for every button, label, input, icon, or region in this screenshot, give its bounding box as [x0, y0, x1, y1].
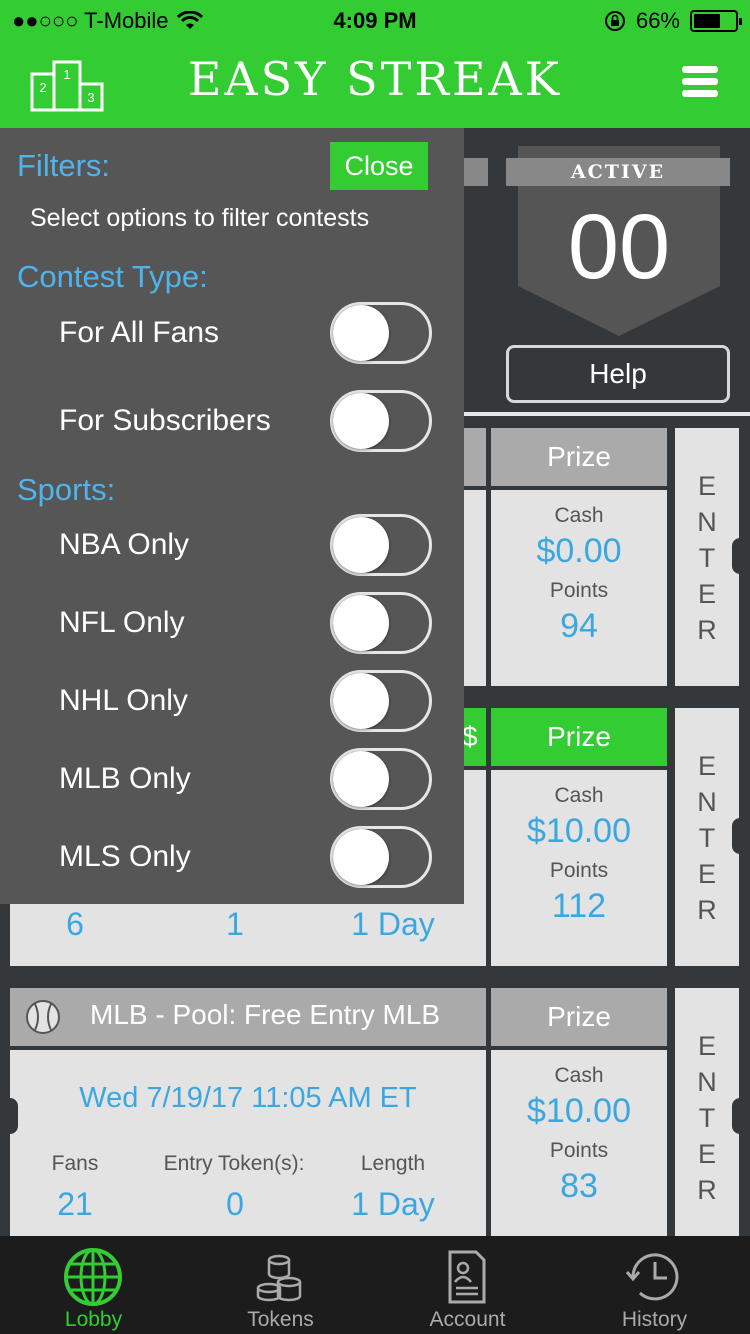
contest-2-enter-button[interactable]: ENTER — [675, 708, 739, 966]
ticket-notch — [2, 1098, 18, 1134]
filter-label-mls: MLS Only — [59, 840, 191, 873]
filter-label-nfl: NFL Only — [59, 606, 185, 639]
toggle-knob — [333, 305, 389, 361]
tab-label: Account — [429, 1308, 506, 1331]
enter-label: ENTER — [697, 1031, 717, 1205]
contest-2-prize: Cash $10.00 Points 112 — [491, 770, 667, 966]
tab-lobby[interactable]: Lobby — [0, 1236, 187, 1334]
points-value: 83 — [560, 1167, 598, 1205]
section-divider — [462, 412, 750, 416]
contest-2-header-fragment: $ — [462, 708, 486, 766]
toggle-nba[interactable] — [330, 514, 432, 576]
app-title: EASY STREAK — [187, 52, 563, 106]
enter-label: ENTER — [697, 751, 717, 925]
menu-icon[interactable] — [682, 66, 718, 98]
cash-value: $0.00 — [536, 532, 622, 570]
contest-3-prize: Cash $10.00 Points 83 — [491, 1050, 667, 1236]
toggle-knob — [333, 595, 389, 651]
sports-heading: Sports: — [17, 472, 116, 507]
contest-3-fans-label: Fans — [51, 1152, 99, 1175]
toggle-nhl[interactable] — [330, 670, 432, 732]
clock-history-icon — [625, 1253, 679, 1301]
toggle-nfl[interactable] — [330, 592, 432, 654]
points-label: Points — [549, 579, 609, 602]
contest-1-enter-button[interactable]: ENTER — [675, 428, 739, 686]
contest-3-length-value: 1 Day — [351, 1186, 435, 1222]
close-button[interactable]: Close — [330, 142, 428, 190]
tab-tokens[interactable]: Tokens — [187, 1236, 374, 1334]
contest-3-header: MLB - Pool: Free Entry MLB — [10, 988, 486, 1046]
points-value: 94 — [560, 607, 598, 645]
tab-account[interactable]: Account — [374, 1236, 561, 1334]
battery-percent: 66% — [635, 8, 680, 33]
toggle-mlb[interactable] — [330, 748, 432, 810]
contest-2-tokens-value: 1 — [226, 906, 244, 942]
active-count: 00 — [567, 196, 671, 298]
filter-panel: Filters: Close Select options to filter … — [0, 128, 464, 904]
stat-header-fragment — [462, 158, 488, 186]
contest-3-enter-button[interactable]: ENTER — [675, 988, 739, 1236]
battery-fill — [694, 14, 721, 28]
contest-1-prize: Cash $0.00 Points 94 — [491, 490, 667, 686]
contest-1-prize-header: Prize — [491, 428, 667, 486]
tab-label: Tokens — [247, 1308, 314, 1331]
contest-2-prize-header: Prize — [491, 708, 667, 766]
rotation-lock-icon — [604, 11, 625, 31]
filter-label-nba: NBA Only — [59, 528, 190, 561]
ticket-notch — [732, 1098, 748, 1134]
cash-label: Cash — [554, 1064, 604, 1087]
contest-3-date: Wed 7/19/17 11:05 AM ET — [79, 1082, 417, 1114]
toggle-mls[interactable] — [330, 826, 432, 888]
points-label: Points — [549, 1139, 609, 1162]
toggle-knob — [333, 829, 389, 885]
baseball-icon — [26, 1000, 60, 1034]
bottom-tab-bar: Lobby Tokens Account History — [0, 1236, 750, 1334]
ticket-notch — [732, 818, 748, 854]
cash-value: $10.00 — [527, 812, 631, 850]
filters-title: Filters: — [17, 148, 110, 183]
app-header: 1 2 3 EASY STREAK — [0, 40, 750, 128]
cash-label: Cash — [554, 504, 604, 527]
status-right: 66% — [604, 8, 742, 34]
enter-label: ENTER — [697, 471, 717, 645]
account-card-icon — [448, 1250, 486, 1304]
toggle-subscribers[interactable] — [330, 390, 432, 452]
contest-1-header — [462, 428, 486, 486]
battery-icon — [690, 10, 742, 32]
contest-type-heading: Contest Type: — [17, 259, 208, 294]
status-bar: ●●○○○ T-Mobile 4:09 PM 66% — [0, 0, 750, 40]
contest-3-title: MLB - Pool: Free Entry MLB — [90, 999, 441, 1030]
filter-label-subscribers: For Subscribers — [59, 404, 271, 437]
filter-label-all-fans: For All Fans — [59, 316, 220, 349]
toggle-knob — [333, 517, 389, 573]
contest-3-prize-header: Prize — [491, 988, 667, 1046]
filter-label-nhl: NHL Only — [59, 684, 188, 717]
help-button[interactable]: Help — [506, 345, 730, 403]
contest-3-length-label: Length — [360, 1152, 426, 1175]
cash-label: Cash — [554, 784, 604, 807]
contest-3-tokens-label: Entry Token(s): — [163, 1152, 305, 1175]
contest-3-fans-value: 21 — [57, 1186, 93, 1222]
filters-subtitle: Select options to filter contests — [30, 204, 370, 232]
points-label: Points — [549, 859, 609, 882]
toggle-knob — [333, 673, 389, 729]
tab-label: Lobby — [64, 1308, 123, 1331]
tab-label: History — [621, 1308, 688, 1331]
contest-2-fans-value: 6 — [66, 906, 84, 942]
coins-icon — [256, 1254, 302, 1302]
tab-history[interactable]: History — [561, 1236, 748, 1334]
filter-label-mlb: MLB Only — [59, 762, 191, 795]
ticket-notch — [732, 538, 748, 574]
active-label: ACTIVE — [506, 158, 730, 186]
toggle-knob — [333, 751, 389, 807]
contest-3-tokens-value: 0 — [226, 1186, 244, 1222]
contest-2-length-value: 1 Day — [351, 906, 435, 942]
toggle-knob — [333, 393, 389, 449]
globe-icon — [64, 1248, 122, 1306]
contest-1-body[interactable] — [462, 490, 486, 686]
toggle-all-fans[interactable] — [330, 302, 432, 364]
cash-value: $10.00 — [527, 1092, 631, 1130]
points-value: 112 — [551, 887, 607, 925]
